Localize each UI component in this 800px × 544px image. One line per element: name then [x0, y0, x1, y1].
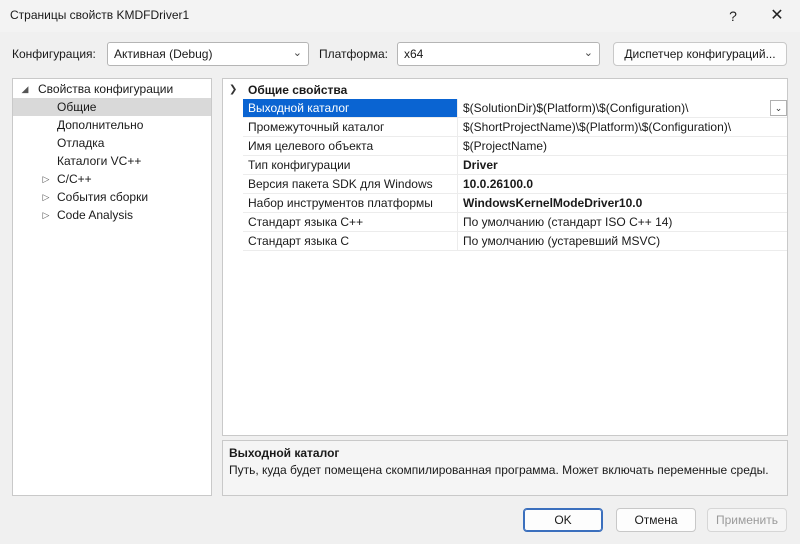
property-name[interactable]: Тип конфигурации: [243, 156, 458, 174]
property-name[interactable]: Набор инструментов платформы: [243, 194, 458, 212]
description-text: Путь, куда будет помещена скомпилированн…: [229, 463, 769, 477]
close-button[interactable]: ✕: [754, 0, 800, 32]
chevron-down-icon[interactable]: ❯: [229, 81, 237, 99]
property-row-platform-toolset[interactable]: Набор инструментов платформы WindowsKern…: [243, 194, 787, 213]
property-value[interactable]: По умолчанию (стандарт ISO C++ 14): [463, 213, 763, 231]
property-value[interactable]: $(ShortProjectName)\$(Platform)\$(Config…: [463, 118, 763, 136]
property-value[interactable]: $(SolutionDir)$(Platform)\$(Configuratio…: [463, 99, 763, 117]
property-row-output-directory[interactable]: Выходной каталог $(SolutionDir)$(Platfor…: [243, 99, 787, 118]
tree-item-c-cpp[interactable]: ▷ C/C++: [13, 170, 211, 188]
description-panel: Выходной каталог Путь, куда будет помеще…: [222, 440, 788, 496]
property-row-configuration-type[interactable]: Тип конфигурации Driver: [243, 156, 787, 175]
property-value[interactable]: WindowsKernelModeDriver10.0: [463, 194, 763, 212]
expand-arrow-icon[interactable]: ▷: [40, 188, 52, 206]
configuration-dropdown[interactable]: Активная (Debug) ⌄: [107, 42, 309, 66]
property-name[interactable]: Имя целевого объекта: [243, 137, 458, 155]
category-label: Общие свойства: [248, 83, 348, 97]
chevron-down-icon[interactable]: ⌄: [770, 100, 787, 116]
property-value[interactable]: Driver: [463, 156, 763, 174]
tree-item-vc-directories[interactable]: Каталоги VC++: [13, 152, 211, 170]
apply-button[interactable]: Применить: [707, 508, 787, 532]
platform-label: Платформа:: [319, 47, 389, 61]
configuration-label: Конфигурация:: [12, 47, 96, 61]
tree-item-code-analysis[interactable]: ▷ Code Analysis: [13, 206, 211, 224]
property-name[interactable]: Промежуточный каталог: [243, 118, 458, 136]
tree-item-configuration-properties[interactable]: ◢ Свойства конфигурации: [13, 80, 211, 98]
property-row-intermediate-directory[interactable]: Промежуточный каталог $(ShortProjectName…: [243, 118, 787, 137]
tree-item-build-events[interactable]: ▷ События сборки: [13, 188, 211, 206]
cancel-button[interactable]: Отмена: [616, 508, 696, 532]
tree-item-label: Общие: [57, 100, 97, 114]
expand-arrow-icon[interactable]: ▷: [40, 206, 52, 224]
tree-item-label: События сборки: [57, 190, 149, 204]
description-title: Выходной каталог: [229, 446, 340, 460]
property-row-sdk-version[interactable]: Версия пакета SDK для Windows 10.0.26100…: [243, 175, 787, 194]
platform-value: x64: [404, 47, 424, 61]
property-value[interactable]: По умолчанию (устаревший MSVC): [463, 232, 763, 250]
tree-item-label: Отладка: [57, 136, 105, 150]
configuration-value: Активная (Debug): [114, 47, 213, 61]
property-name[interactable]: Версия пакета SDK для Windows: [243, 175, 458, 193]
property-value[interactable]: $(ProjectName): [463, 137, 763, 155]
property-value[interactable]: 10.0.26100.0: [463, 175, 763, 193]
expand-arrow-icon[interactable]: ▷: [40, 170, 52, 188]
configuration-manager-button[interactable]: Диспетчер конфигураций...: [613, 42, 787, 66]
window-title: Страницы свойств KMDFDriver1: [10, 8, 190, 22]
property-name[interactable]: Выходной каталог: [243, 99, 458, 117]
help-button[interactable]: ?: [710, 0, 756, 32]
tree-item-label: C/C++: [57, 172, 92, 186]
property-tree: ◢ Свойства конфигурации Общие Дополнител…: [12, 78, 212, 496]
property-name[interactable]: Стандарт языка C++: [243, 213, 458, 231]
tree-item-advanced[interactable]: Дополнительно: [13, 116, 211, 134]
property-grid: ❯ Общие свойства Выходной каталог $(Solu…: [222, 78, 788, 436]
chevron-down-icon: ⌄: [292, 47, 302, 59]
property-row-target-name[interactable]: Имя целевого объекта $(ProjectName): [243, 137, 787, 156]
category-header[interactable]: ❯ Общие свойства: [223, 81, 787, 99]
tree-item-general[interactable]: Общие: [13, 98, 211, 116]
title-bar: Страницы свойств KMDFDriver1 ? ✕: [0, 0, 800, 32]
property-row-cpp-standard[interactable]: Стандарт языка C++ По умолчанию (стандар…: [243, 213, 787, 232]
tree-item-label: Каталоги VC++: [57, 154, 142, 168]
tree-item-label: Code Analysis: [57, 208, 134, 222]
collapse-arrow-icon[interactable]: ◢: [19, 80, 31, 98]
tree-item-label: Дополнительно: [57, 118, 144, 132]
property-row-c-standard[interactable]: Стандарт языка C По умолчанию (устаревши…: [243, 232, 787, 251]
tree-item-label: Свойства конфигурации: [38, 82, 174, 96]
chevron-down-icon: ⌄: [583, 47, 593, 59]
tree-item-debugging[interactable]: Отладка: [13, 134, 211, 152]
platform-dropdown[interactable]: x64 ⌄: [397, 42, 600, 66]
ok-button[interactable]: OK: [523, 508, 603, 532]
property-name[interactable]: Стандарт языка C: [243, 232, 458, 250]
